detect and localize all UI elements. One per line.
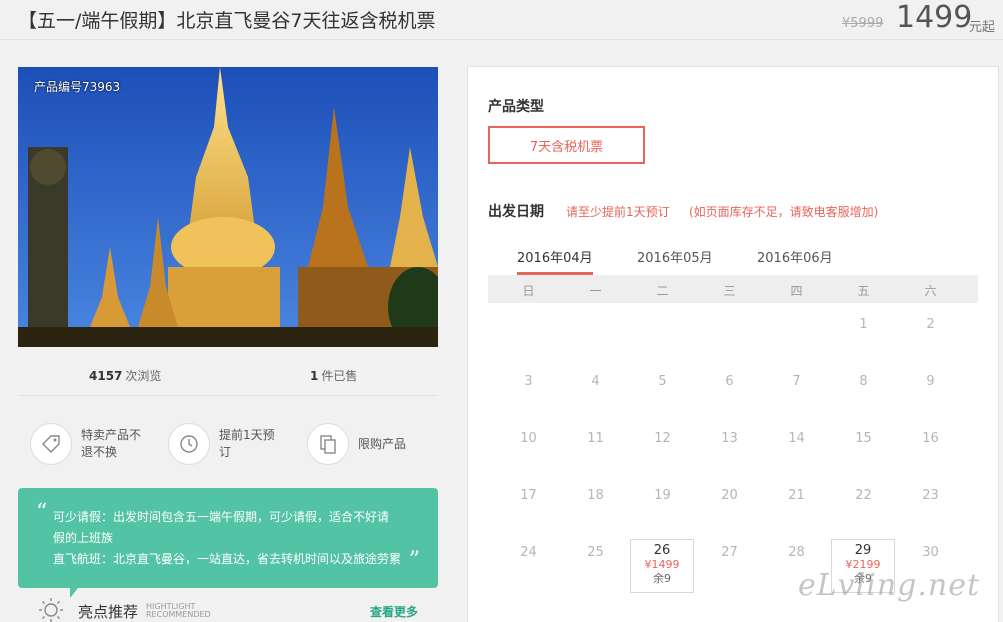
departure-title: 出发日期 — [488, 204, 544, 220]
watermark: eLvling.net — [798, 568, 981, 603]
recommend-title: 亮点推荐 — [78, 603, 139, 621]
product-type-option[interactable]: 7天含税机票 — [488, 126, 645, 164]
highlight-line-2: 直飞航班：北京直飞曼谷，一站直达，省去转机时间以及旅途劳累 — [53, 552, 402, 566]
calendar-day: 28 — [788, 545, 805, 560]
feature-text: 特卖产品不退不换 — [81, 428, 142, 459]
calendar-day: 1 — [859, 317, 868, 332]
weekday-label: 四 — [790, 284, 803, 298]
calendar-day: 17 — [520, 488, 537, 503]
view-count: 4157 次浏览 — [89, 367, 161, 384]
tag-icon — [30, 423, 72, 465]
calendar-day: 24 — [520, 545, 537, 560]
calendar-day: 13 — [721, 431, 738, 446]
calendar-day: 16 — [922, 431, 939, 446]
feature-text: 提前1天预订 — [219, 428, 275, 459]
calendar-day: 9 — [926, 374, 935, 389]
weekday-label: 三 — [723, 284, 736, 298]
stats-bar: 4157 次浏览 1 件已售 — [18, 356, 438, 396]
clock-icon — [168, 423, 210, 465]
view-count-number: 4157 — [89, 369, 123, 383]
highlight-line-1: 可少请假：出发时间包含五一端午假期，可少请假，适合不好请假的上班族 — [53, 510, 390, 545]
calendar-day: 5 — [658, 374, 667, 389]
title-bar: 【五一/端午假期】北京直飞曼谷7天往返含税机票 ¥5999 1499 元起 — [0, 0, 1003, 40]
stock-tip: (如页面库存不足，请致电客服增加) — [689, 205, 879, 219]
feature-limited: 限购产品 — [307, 422, 424, 466]
booking-panel: 产品类型 7天含税机票 出发日期 请至少提前1天预订 (如页面库存不足，请致电客… — [467, 66, 999, 622]
product-type-title: 产品类型 — [488, 99, 544, 115]
sold-count: 1 件已售 — [310, 367, 357, 384]
calendar-day: 4 — [591, 374, 600, 389]
product-code: 产品编号73963 — [34, 80, 121, 94]
product-photo[interactable]: 产品编号73963 — [18, 67, 438, 347]
calendar-day: 8 — [859, 374, 868, 389]
price-unit: 元起 — [969, 20, 996, 35]
feature-no-refund: 特卖产品不退不换 — [30, 422, 147, 466]
calendar-day: 30 — [922, 545, 939, 560]
sold-count-number: 1 — [310, 369, 319, 383]
product-title: 【五一/端午假期】北京直飞曼谷7天往返含税机票 — [18, 10, 436, 32]
calendar-day: 14 — [788, 431, 805, 446]
weekday-label: 六 — [924, 284, 937, 298]
feature-advance-booking: 提前1天预订 — [168, 422, 285, 466]
calendar-day: 20 — [721, 488, 738, 503]
quote-open-icon: “ — [36, 500, 48, 525]
original-price: ¥5999 — [842, 16, 884, 31]
calendar-day: 19 — [654, 488, 671, 503]
copy-icon — [307, 423, 349, 465]
weekday-label: 一 — [589, 284, 602, 298]
current-price: 1499 — [896, 0, 973, 35]
calendar-day: 18 — [587, 488, 604, 503]
calendar-day: 21 — [788, 488, 805, 503]
temple-illustration — [18, 67, 438, 347]
calendar-day: 15 — [855, 431, 872, 446]
day-number: 26 — [653, 543, 671, 558]
weekday-label: 日 — [522, 284, 535, 298]
calendar-day: 10 — [520, 431, 537, 446]
calendar-day: 23 — [922, 488, 939, 503]
recommend-header: 亮点推荐 HIGHTLIGHT RECOMMENDED 查看更多 — [38, 597, 438, 622]
sold-count-label: 件已售 — [321, 369, 358, 383]
booking-tip: 请至少提前1天预订 — [566, 205, 670, 219]
calendar-day: 6 — [725, 374, 734, 389]
quote-close-icon: ” — [408, 548, 420, 573]
recommend-subtitle: HIGHTLIGHT RECOMMENDED — [146, 603, 211, 619]
calendar-day-available[interactable]: 26 ¥1499 余9 — [630, 539, 694, 593]
day-number: 29 — [854, 543, 872, 558]
calendar-day: 22 — [855, 488, 872, 503]
highlight-box: “ 可少请假：出发时间包含五一端午假期，可少请假，适合不好请假的上班族 直飞航班… — [18, 488, 438, 588]
calendar-day: 12 — [654, 431, 671, 446]
weekday-label: 五 — [857, 284, 870, 298]
view-count-label: 次浏览 — [125, 369, 162, 383]
calendar-day: 3 — [524, 374, 533, 389]
calendar-day: 7 — [792, 374, 801, 389]
weekday-label: 二 — [656, 284, 669, 298]
tab-month-05[interactable]: 2016年05月 — [637, 247, 713, 272]
tab-month-04[interactable]: 2016年04月 — [517, 247, 593, 275]
weekday-header: 日 一 二 三 四 五 六 — [488, 275, 978, 303]
calendar-day: 11 — [587, 431, 604, 446]
day-price: ¥1499 — [644, 558, 680, 571]
tab-month-06[interactable]: 2016年06月 — [757, 247, 833, 272]
calendar-day: 2 — [926, 317, 935, 332]
day-stock: 余9 — [653, 572, 671, 585]
calendar-day: 27 — [721, 545, 738, 560]
recommend-subtitle-line-2: RECOMMENDED — [146, 610, 211, 619]
calendar-day: 25 — [587, 545, 604, 560]
feature-text: 限购产品 — [358, 436, 407, 451]
sun-icon — [39, 598, 63, 622]
view-more-link[interactable]: 查看更多 — [370, 603, 418, 620]
